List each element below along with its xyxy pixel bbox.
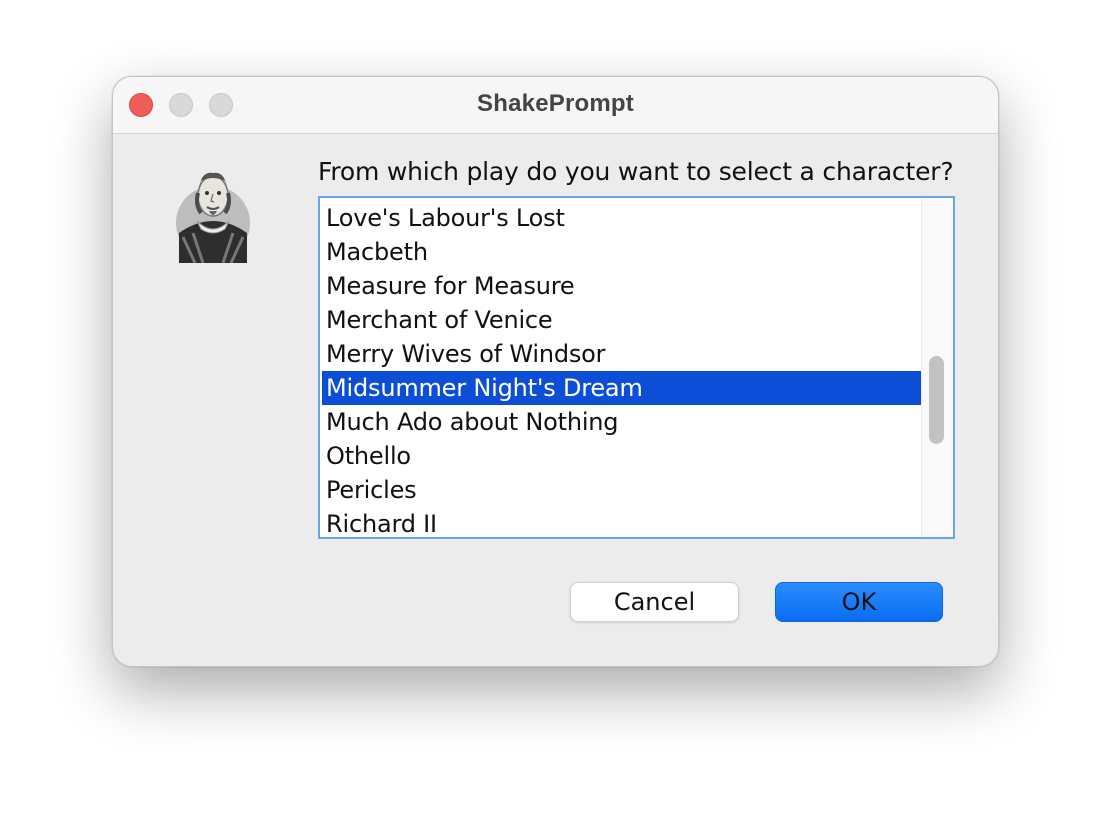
list-item[interactable]: Macbeth [322,235,922,269]
list-item[interactable]: Much Ado about Nothing [322,405,922,439]
shakespeare-portrait-icon [175,163,251,264]
list-scrollbar[interactable] [921,198,953,537]
prompt-label: From which play do you want to select a … [318,157,954,186]
play-list[interactable]: Love's Labour's Lost Macbeth Measure for… [318,196,955,539]
list-item[interactable]: Merry Wives of Windsor [322,337,922,371]
selected-list-item[interactable]: Midsummer Night's Dream [322,371,922,405]
list-item[interactable]: Measure for Measure [322,269,922,303]
list-item[interactable]: Othello [322,439,922,473]
list-item[interactable]: Merchant of Venice [322,303,922,337]
window-title: ShakePrompt [477,90,634,117]
cancel-button[interactable]: Cancel [570,582,739,622]
list-item[interactable]: Richard II [322,507,922,537]
title-bar[interactable]: ShakePrompt [113,77,998,134]
dialog-window: ShakePrompt From which play do you want … [112,76,999,667]
ok-button[interactable]: OK [775,582,943,622]
list-item[interactable]: Pericles [322,473,922,507]
list-item[interactable]: Love's Labour's Lost [322,201,922,235]
scrollbar-thumb[interactable] [929,356,944,444]
